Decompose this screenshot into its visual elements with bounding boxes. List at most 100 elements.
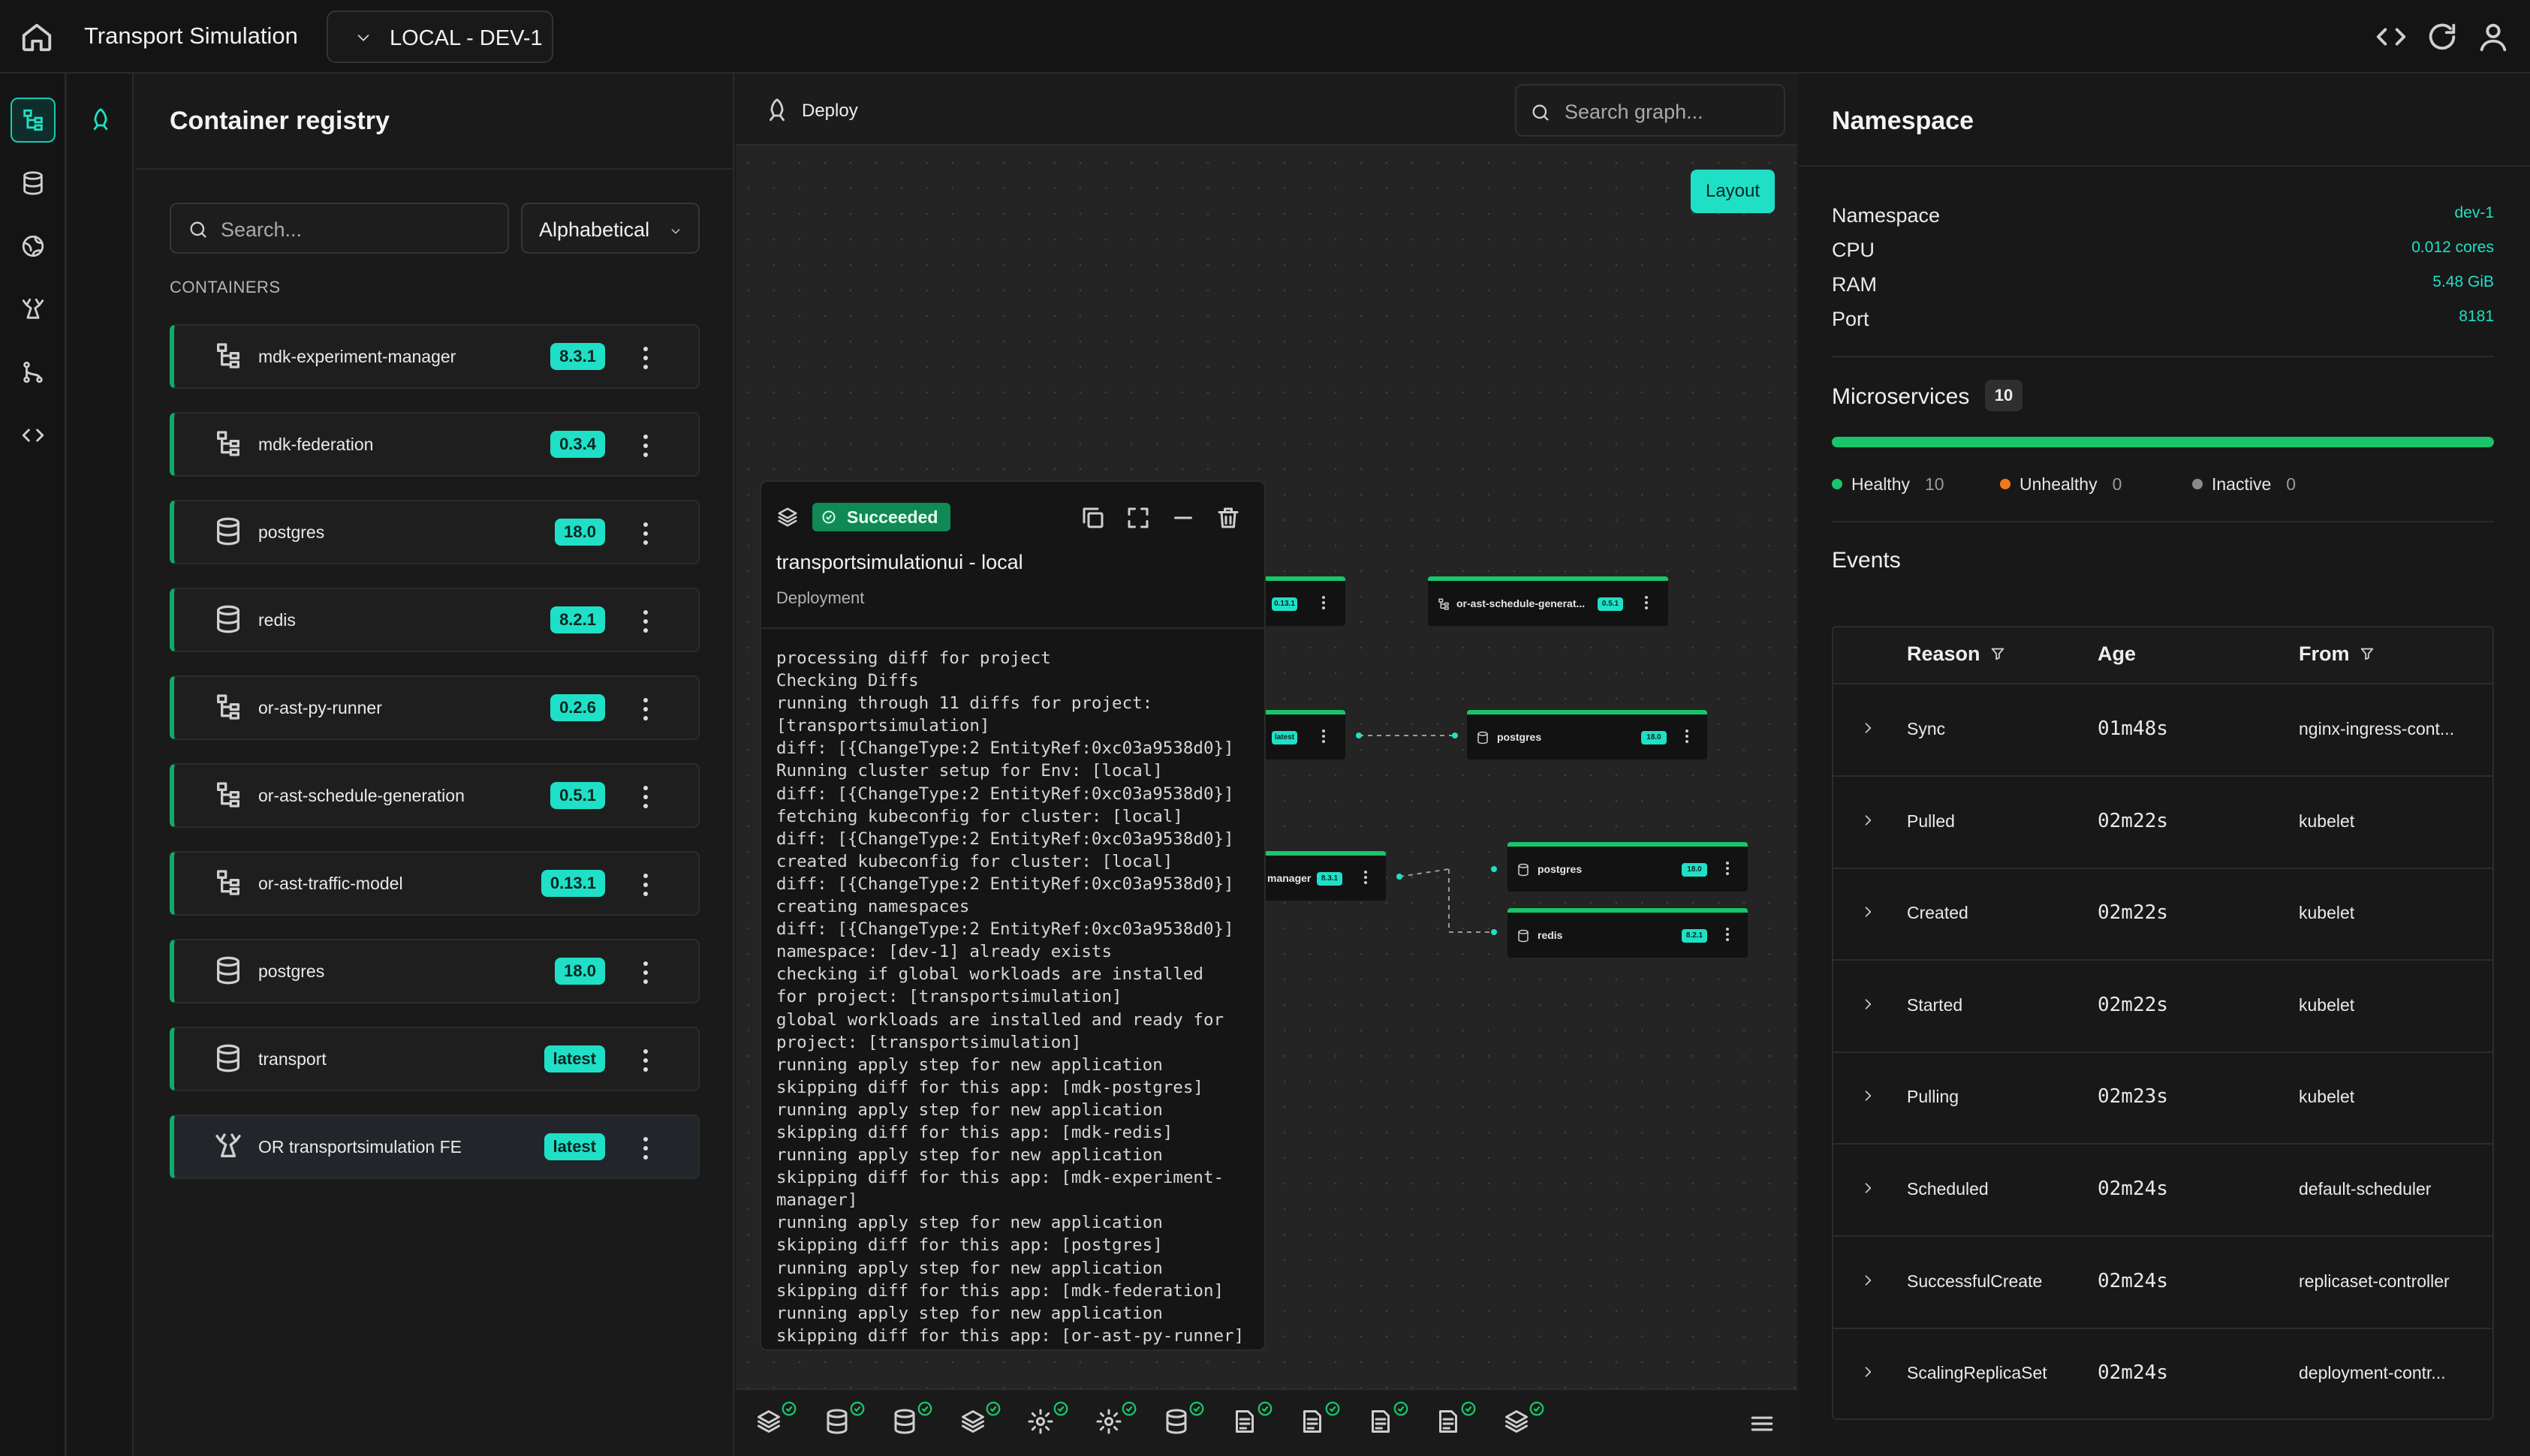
deploy-button[interactable]: Deploy — [764, 96, 862, 126]
bottom-bar-item[interactable] — [1095, 1401, 1136, 1441]
more-vertical-icon[interactable] — [641, 1134, 650, 1163]
graph-node[interactable]: postgres 18.0 — [1507, 842, 1748, 892]
container-item[interactable]: transport latest — [170, 1027, 700, 1091]
container-item[interactable]: or-ast-py-runner 0.2.6 — [170, 675, 700, 740]
sort-select[interactable]: Alphabetical — [521, 203, 700, 254]
bottom-bar-item[interactable] — [755, 1401, 797, 1441]
log-line: diff: [{ChangeType:2 EntityRef:0xc03a953… — [776, 784, 1234, 804]
rail-deer-button[interactable] — [11, 287, 56, 332]
rail-database-button[interactable] — [11, 161, 56, 206]
more-vertical-icon[interactable] — [641, 1046, 650, 1075]
chevron-right-icon[interactable] — [1860, 720, 1875, 736]
bottom-bar-item[interactable] — [1231, 1401, 1272, 1441]
home-icon[interactable] — [20, 20, 54, 54]
event-row[interactable]: Started 02m22s kubelet — [1833, 961, 2492, 1053]
log-line: creating namespaces — [776, 897, 970, 917]
bottom-bar-item[interactable] — [959, 1401, 1000, 1441]
rail-git-button[interactable] — [11, 350, 56, 395]
event-row[interactable]: Sync 01m48s nginx-ingress-cont... — [1833, 684, 2492, 777]
event-age: 02m24s — [2098, 1269, 2168, 1292]
event-row[interactable]: Pulling 02m23s kubelet — [1833, 1052, 2492, 1145]
more-vertical-icon[interactable] — [1685, 728, 1689, 745]
search-icon — [190, 221, 206, 238]
legend-label: Healthy — [1851, 474, 1910, 494]
more-vertical-icon[interactable] — [641, 958, 650, 987]
more-vertical-icon[interactable] — [1725, 926, 1730, 943]
bottom-bar-item[interactable] — [1163, 1401, 1204, 1441]
event-row[interactable]: Pulled 02m22s kubelet — [1833, 777, 2492, 869]
more-vertical-icon[interactable] — [1363, 869, 1368, 886]
registry-search-input[interactable] — [221, 215, 498, 245]
rail-globe-button[interactable] — [11, 224, 56, 269]
more-vertical-icon[interactable] — [641, 344, 650, 372]
minimize-icon[interactable] — [1170, 504, 1197, 531]
bottom-bar-item[interactable] — [1435, 1401, 1476, 1441]
container-item[interactable]: or-ast-schedule-generation 0.5.1 — [170, 763, 700, 828]
globe-icon — [22, 235, 44, 257]
log-line: Checking Diffs — [776, 671, 919, 691]
version-badge: 18.0 — [555, 519, 605, 546]
menu-icon[interactable] — [1748, 1409, 1776, 1438]
event-row[interactable]: Scheduled 02m24s default-scheduler — [1833, 1145, 2492, 1237]
more-vertical-icon[interactable] — [641, 871, 650, 899]
more-vertical-icon[interactable] — [1644, 594, 1649, 611]
chevron-right-icon[interactable] — [1860, 1364, 1875, 1379]
container-item[interactable]: mdk-federation 0.3.4 — [170, 412, 700, 477]
filter-icon[interactable] — [2359, 645, 2375, 662]
bottom-bar-item[interactable] — [1367, 1401, 1408, 1441]
database-icon — [23, 171, 43, 195]
reason-column-header[interactable]: Reason — [1907, 642, 2006, 666]
more-vertical-icon[interactable] — [641, 432, 650, 460]
copy-icon[interactable] — [1080, 504, 1107, 531]
chevron-right-icon[interactable] — [1860, 1273, 1875, 1288]
code-icon[interactable] — [2374, 20, 2408, 54]
from-column-header[interactable]: From — [2299, 642, 2375, 666]
more-vertical-icon[interactable] — [641, 783, 650, 811]
container-item[interactable]: redis 8.2.1 — [170, 588, 700, 652]
layout-button[interactable]: Layout — [1691, 170, 1775, 213]
rail-deploy-button[interactable] — [78, 98, 123, 143]
age-column-header[interactable]: Age — [2098, 642, 2136, 666]
bottom-bar-item[interactable] — [824, 1401, 864, 1441]
registry-search-box[interactable] — [170, 203, 509, 254]
chevron-right-icon[interactable] — [1860, 997, 1875, 1012]
chevron-down-icon — [671, 229, 680, 234]
container-item[interactable]: postgres 18.0 — [170, 500, 700, 564]
event-row[interactable]: Created 02m22s kubelet — [1833, 868, 2492, 961]
refresh-icon[interactable] — [2425, 20, 2459, 54]
graph-node[interactable]: redis 8.2.1 — [1507, 908, 1748, 958]
bottom-bar-item[interactable] — [1503, 1401, 1544, 1441]
more-vertical-icon[interactable] — [641, 519, 650, 548]
more-vertical-icon[interactable] — [1725, 860, 1730, 877]
expand-icon[interactable] — [1125, 504, 1152, 531]
more-vertical-icon[interactable] — [641, 607, 650, 636]
chevron-right-icon[interactable] — [1860, 1181, 1875, 1196]
filter-icon[interactable] — [1989, 645, 2006, 662]
event-row[interactable]: ScalingReplicaSet 02m24s deployment-contr.… — [1833, 1328, 2492, 1418]
event-row[interactable]: SuccessfulCreate 02m24s replicaset-control… — [1833, 1237, 2492, 1329]
sort-label: Alphabetical — [539, 218, 650, 241]
bottom-bar-item[interactable] — [1299, 1401, 1340, 1441]
more-vertical-icon[interactable] — [1321, 594, 1326, 611]
bottom-bar-item[interactable] — [891, 1401, 932, 1441]
container-item[interactable]: OR transportsimulation FE latest — [170, 1115, 700, 1179]
container-item[interactable]: mdk-experiment-manager 8.3.1 — [170, 324, 700, 389]
more-vertical-icon[interactable] — [641, 695, 650, 723]
graph-search-box[interactable] — [1515, 84, 1785, 137]
chevron-right-icon[interactable] — [1860, 1088, 1875, 1103]
trash-icon[interactable] — [1215, 504, 1242, 531]
more-vertical-icon[interactable] — [1321, 728, 1326, 745]
namespace-panel: Namespace Namespace dev-1 CPU 0.012 core… — [1799, 74, 2530, 1456]
rail-code-button[interactable] — [11, 413, 56, 458]
bottom-bar-item[interactable] — [1027, 1401, 1068, 1441]
container-item[interactable]: postgres 18.0 — [170, 939, 700, 1003]
graph-node[interactable]: postgres 18.0 — [1467, 710, 1707, 760]
environment-select[interactable]: LOCAL - DEV-1 — [327, 11, 553, 63]
graph-search-input[interactable] — [1565, 98, 1775, 126]
chevron-right-icon[interactable] — [1860, 813, 1875, 828]
chevron-right-icon[interactable] — [1860, 904, 1875, 919]
container-item[interactable]: or-ast-traffic-model 0.13.1 — [170, 851, 700, 916]
graph-node[interactable]: or-ast-schedule-generat... 0.5.1 — [1428, 576, 1668, 626]
user-icon[interactable] — [2476, 20, 2510, 54]
rail-tree-button[interactable] — [11, 98, 56, 143]
